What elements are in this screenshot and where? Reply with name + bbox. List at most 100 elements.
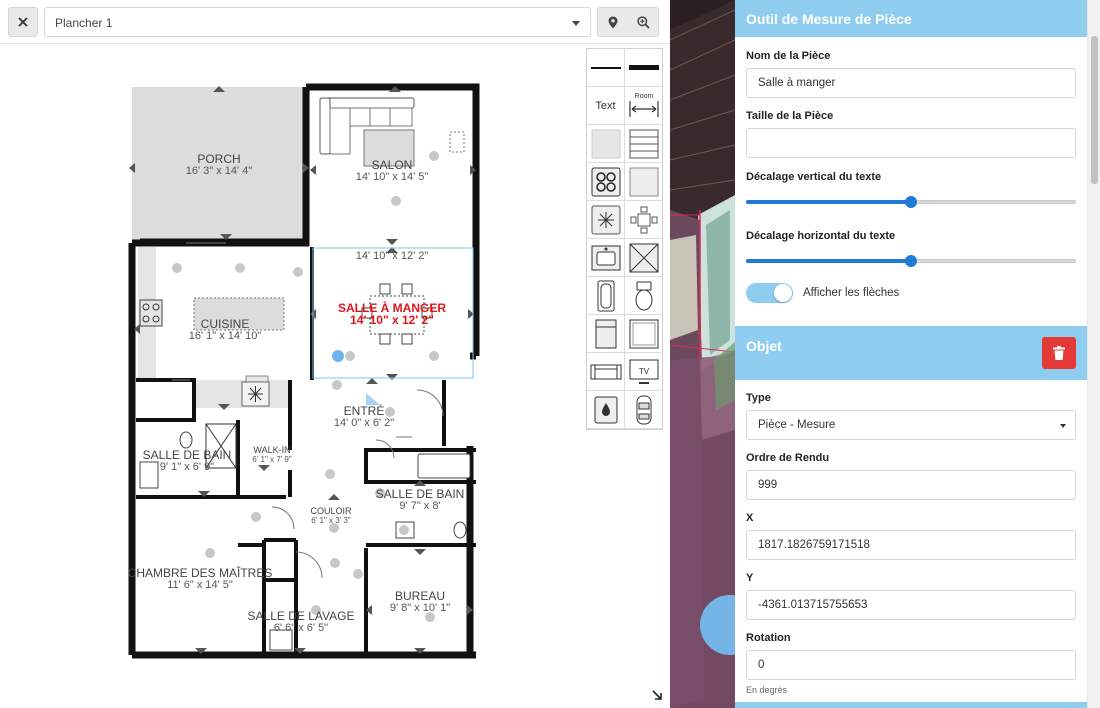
room-label-sdb1[interactable]: SALLE DE BAIN 9' 1" x 6' 9" xyxy=(143,449,232,473)
floor-select[interactable]: Plancher 1 xyxy=(44,7,591,37)
fridge-icon xyxy=(595,319,616,348)
room-label-salon[interactable]: SALON 14' 10" x 14' 5" xyxy=(356,159,429,183)
tool-car[interactable] xyxy=(625,391,663,429)
floor-select-value: Plancher 1 xyxy=(55,16,113,30)
tool-palette: Text Room TV xyxy=(586,48,663,430)
slider-thumb[interactable] xyxy=(905,196,917,208)
chevron-down-icon xyxy=(572,21,580,26)
vertical-offset-slider[interactable] xyxy=(746,195,1076,209)
room-label-sdb2[interactable]: SALLE DE BAIN 9' 7" x 8' xyxy=(376,488,465,512)
rotation-label: Rotation xyxy=(746,632,791,644)
room-dims: 9' 7" x 8' xyxy=(399,500,441,512)
top-toolbar: Plancher 1 xyxy=(0,0,670,44)
room-label-salle-a-manger[interactable]: SALLE À MANGER 14' 10" x 12' 2" xyxy=(338,302,446,326)
room-dims: 14' 0" x 6' 2" xyxy=(333,417,395,429)
tool-tv-label: TV xyxy=(639,367,650,376)
room-label-entree[interactable]: ENTRÉ 14' 0" x 6' 2" xyxy=(334,405,394,429)
sidebar-scrollbar[interactable] xyxy=(1087,0,1100,708)
tool-table[interactable] xyxy=(625,201,663,239)
locate-button[interactable] xyxy=(598,16,628,29)
expand-button[interactable] xyxy=(646,684,668,706)
map-pin-icon xyxy=(608,16,618,28)
tool-shower[interactable] xyxy=(625,239,663,277)
room-dims: 14' 10" x 12' 2" xyxy=(350,313,434,327)
stairs-icon xyxy=(629,129,659,158)
tool-thin-wall[interactable] xyxy=(587,49,625,87)
table-icon xyxy=(630,206,658,233)
chevron-down-icon xyxy=(1060,424,1066,428)
room-label-porch[interactable]: PORCH 16' 3" x 14' 4" xyxy=(186,153,252,177)
tool-water-heater[interactable] xyxy=(587,391,625,429)
room-measurement-label: 14' 10" x 12' 2" xyxy=(355,250,429,262)
tool-bathtub[interactable] xyxy=(587,277,625,315)
room-name: SALON xyxy=(371,158,413,172)
stove-icon xyxy=(591,167,620,196)
tool-toilet[interactable] xyxy=(625,277,663,315)
tool-text[interactable]: Text xyxy=(587,87,625,125)
tool-sofa[interactable] xyxy=(587,353,625,391)
room-name-input[interactable]: Salle à manger xyxy=(746,68,1076,98)
room-name-label: Nom de la Pièce xyxy=(746,50,831,62)
room-name-value: Salle à manger xyxy=(758,77,836,89)
room-dims: 9' 1" x 6' 9" xyxy=(159,461,215,473)
tool-cabinet[interactable] xyxy=(625,315,663,353)
tool-stove[interactable] xyxy=(587,163,625,201)
view-tools-group xyxy=(597,7,659,37)
car-icon xyxy=(636,395,652,424)
room-dims: 6' 1" x 3' 3" xyxy=(311,516,351,525)
x-input[interactable]: 1817.1826759171518 xyxy=(746,530,1076,560)
tool-room-measure[interactable]: Room xyxy=(625,87,663,125)
properties-sidebar: Outil de Mesure de Pièce Nom de la Pièce… xyxy=(735,0,1087,708)
tool-tv[interactable]: TV xyxy=(625,353,663,391)
room-name: PORCH xyxy=(197,152,241,166)
tool-floor-area[interactable] xyxy=(587,125,625,163)
room-name: WALK-IN xyxy=(253,445,291,455)
room-label-cuisine[interactable]: CUISINE 16' 1" x 14' 10" xyxy=(189,318,262,342)
delete-button[interactable] xyxy=(1042,337,1076,369)
next-panel-header xyxy=(735,702,1087,708)
room-label-lavage[interactable]: SALLE DE LAVAGE 6' 6" x 6' 5" xyxy=(248,610,355,634)
room-name: SALLE DE BAIN xyxy=(375,487,465,501)
arrow-down-right-icon xyxy=(651,689,662,700)
panorama-preview[interactable] xyxy=(670,0,735,708)
scrollbar-thumb[interactable] xyxy=(1091,36,1098,184)
close-icon xyxy=(18,17,28,27)
show-arrows-toggle[interactable] xyxy=(746,283,793,303)
tool-fan[interactable] xyxy=(587,201,625,239)
room-name: CUISINE xyxy=(200,317,250,331)
sofa-icon xyxy=(590,364,621,379)
render-order-input[interactable]: 999 xyxy=(746,470,1076,500)
floor-plan-canvas[interactable]: PORCH 16' 3" x 14' 4" SALON 14' 10" x 14… xyxy=(0,44,670,708)
counter-icon xyxy=(629,167,659,196)
sink-icon xyxy=(591,245,620,270)
show-arrows-label: Afficher les flèches xyxy=(803,287,900,299)
tool-fridge[interactable] xyxy=(587,315,625,353)
x-value: 1817.1826759171518 xyxy=(758,539,870,551)
tool-thick-wall[interactable] xyxy=(625,49,663,87)
room-label-couloir[interactable]: COULOIR 6' 1" x 3' 3" xyxy=(310,506,352,526)
tool-sink[interactable] xyxy=(587,239,625,277)
room-label-chambre[interactable]: CHAMBRE DES MAÎTRES 11' 6" x 14' 5" xyxy=(128,567,273,591)
room-name: COULOIR xyxy=(310,506,352,516)
room-size-input[interactable] xyxy=(746,128,1076,158)
zoom-button[interactable] xyxy=(628,15,658,29)
room-label-walkin[interactable]: WALK-IN 6' 1" x 7' 9" xyxy=(252,445,291,465)
tool-stairs[interactable] xyxy=(625,125,663,163)
water-drop-icon xyxy=(594,396,617,423)
tool-counter[interactable] xyxy=(625,163,663,201)
close-button[interactable] xyxy=(8,7,38,37)
y-input[interactable]: -4361.013715755653 xyxy=(746,590,1076,620)
room-name: SALLE DE LAVAGE xyxy=(247,609,355,623)
tool-room-label: Room xyxy=(635,93,654,100)
room-label-bureau[interactable]: BUREAU 9' 8" x 10' 1" xyxy=(390,590,450,614)
room-name: ENTRÉ xyxy=(343,404,385,418)
rotation-input[interactable]: 0 xyxy=(746,650,1076,680)
rotation-value: 0 xyxy=(758,659,765,671)
slider-thumb[interactable] xyxy=(905,255,917,267)
slider-fill xyxy=(746,200,911,204)
room-dims: 9' 8" x 10' 1" xyxy=(389,602,451,614)
room-measure-icon: Room xyxy=(629,93,659,117)
thin-line-icon xyxy=(590,66,621,69)
horizontal-offset-slider[interactable] xyxy=(746,254,1076,268)
type-select[interactable]: Pièce - Mesure xyxy=(746,410,1076,440)
